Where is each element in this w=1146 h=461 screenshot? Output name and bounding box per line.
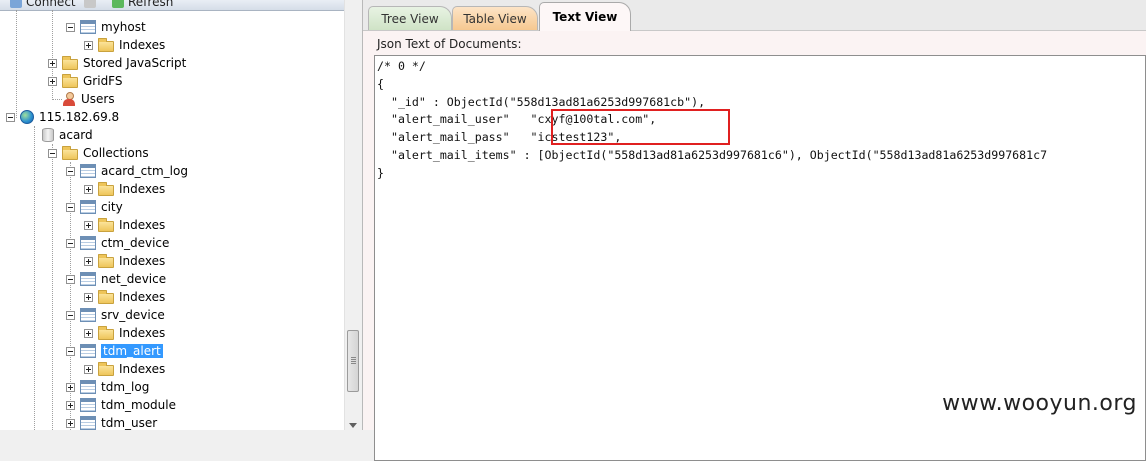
scrollbar-thumb[interactable] <box>347 330 359 392</box>
collection-icon <box>80 416 96 430</box>
tree-item-gridfs[interactable]: GridFS <box>48 72 123 90</box>
tree-item-collections[interactable]: Collections <box>48 144 149 162</box>
folder-icon <box>98 181 114 196</box>
toolbar: Connect Refresh <box>0 0 362 11</box>
tree-item-collection[interactable]: acard_ctm_log <box>66 162 188 180</box>
tree-item-collection[interactable]: ctm_device <box>66 234 169 252</box>
tree-line <box>34 126 35 430</box>
tree-item-collection-selected[interactable]: tdm_alert <box>66 342 163 360</box>
tree-line <box>16 10 17 118</box>
collection-icon <box>80 308 96 322</box>
collapse-toggle[interactable] <box>48 148 57 158</box>
code-line: "_id" : ObjectId("558d13ad81a6253d997681… <box>377 94 706 109</box>
collection-icon <box>80 272 96 286</box>
expand-toggle[interactable] <box>84 40 93 50</box>
tree-item-indexes[interactable]: Indexes <box>84 324 165 342</box>
collection-icon <box>80 236 96 250</box>
tab-text-view[interactable]: Text View <box>539 2 631 31</box>
tab-tree-view[interactable]: Tree View <box>368 6 452 30</box>
folder-icon <box>62 73 78 88</box>
collapse-toggle[interactable] <box>6 112 15 122</box>
tree-item-collection[interactable]: net_device <box>66 270 166 288</box>
disconnect-icon <box>84 0 96 8</box>
tree-item-collection[interactable]: tdm_module <box>66 396 176 414</box>
tree-item-indexes[interactable]: Indexes <box>84 252 165 270</box>
collection-icon <box>80 344 96 358</box>
tree-item-myhost[interactable]: myhost <box>66 18 146 36</box>
database-icon <box>42 128 54 142</box>
user-icon <box>62 92 76 106</box>
left-tree-pane: Connect Refresh myhost Indexes Stored Ja… <box>0 0 363 430</box>
folder-icon <box>62 145 78 160</box>
tree-item-collection[interactable]: city <box>66 198 123 216</box>
tree-item-database[interactable]: acard <box>28 126 93 144</box>
folder-icon <box>62 55 78 70</box>
collection-icon <box>80 20 96 34</box>
disconnect-button[interactable] <box>84 0 100 10</box>
folder-icon <box>98 289 114 304</box>
scroll-down-arrow-icon[interactable] <box>349 423 357 428</box>
folder-icon <box>98 253 114 268</box>
collapse-toggle[interactable] <box>66 274 75 284</box>
collapse-toggle[interactable] <box>66 166 75 176</box>
expand-toggle[interactable] <box>48 76 57 86</box>
tab-table-view[interactable]: Table View <box>452 6 538 30</box>
expand-toggle[interactable] <box>48 58 57 68</box>
collapse-toggle[interactable] <box>66 202 75 212</box>
code-line: { <box>377 76 384 91</box>
server-globe-icon <box>20 110 34 124</box>
tree-item-collection[interactable]: tdm_user <box>66 414 157 430</box>
tree-item-stored-javascript[interactable]: Stored JavaScript <box>48 54 186 72</box>
expand-toggle[interactable] <box>84 220 93 230</box>
collection-icon <box>80 164 96 178</box>
code-line: } <box>377 165 384 180</box>
expand-toggle[interactable] <box>84 364 93 374</box>
refresh-icon <box>112 0 124 8</box>
tree-item-indexes[interactable]: Indexes <box>84 216 165 234</box>
view-tabs: Tree View Table View Text View <box>363 0 1146 31</box>
text-view-panel: Json Text of Documents: /* 0 */ { "_id" … <box>363 31 1146 461</box>
code-line: /* 0 */ <box>377 59 426 73</box>
tree-scrollbar[interactable] <box>344 0 362 430</box>
collection-icon <box>80 380 96 394</box>
watermark: www.wooyun.org <box>942 391 1137 416</box>
expand-toggle[interactable] <box>66 400 75 410</box>
expand-toggle[interactable] <box>84 184 93 194</box>
document-view-pane: Tree View Table View Text View Json Text… <box>363 0 1146 461</box>
tree-item-indexes[interactable]: Indexes <box>84 288 165 306</box>
connect-button[interactable]: Connect <box>10 0 76 10</box>
collapse-toggle[interactable] <box>66 238 75 248</box>
code-line: "alert_mail_items" : [ObjectId("558d13ad… <box>377 147 1048 162</box>
json-text-label: Json Text of Documents: <box>377 37 522 51</box>
expand-toggle[interactable] <box>84 328 93 338</box>
folder-icon <box>98 37 114 52</box>
expand-toggle[interactable] <box>66 418 75 428</box>
tree-item-indexes[interactable]: Indexes <box>84 180 165 198</box>
tree-item-collection[interactable]: tdm_log <box>66 378 149 396</box>
expand-toggle[interactable] <box>66 382 75 392</box>
folder-icon <box>98 325 114 340</box>
collapse-toggle[interactable] <box>66 22 75 32</box>
tree-item-server[interactable]: 115.182.69.8 <box>6 108 119 126</box>
connect-icon <box>10 0 22 8</box>
collection-icon <box>80 398 96 412</box>
expand-toggle[interactable] <box>84 256 93 266</box>
tree-item-indexes[interactable]: Indexes <box>84 360 165 378</box>
folder-icon <box>98 217 114 232</box>
collapse-toggle[interactable] <box>66 346 75 356</box>
refresh-button[interactable]: Refresh <box>112 0 173 10</box>
collection-icon <box>80 200 96 214</box>
credentials-highlight-box <box>551 109 730 145</box>
collapse-toggle[interactable] <box>66 310 75 320</box>
folder-icon <box>98 361 114 376</box>
tree-item-indexes[interactable]: Indexes <box>84 36 165 54</box>
tree-line <box>52 144 53 430</box>
tree-item-users[interactable]: Users <box>48 90 115 108</box>
expand-toggle[interactable] <box>84 292 93 302</box>
tree-item-collection[interactable]: srv_device <box>66 306 165 324</box>
